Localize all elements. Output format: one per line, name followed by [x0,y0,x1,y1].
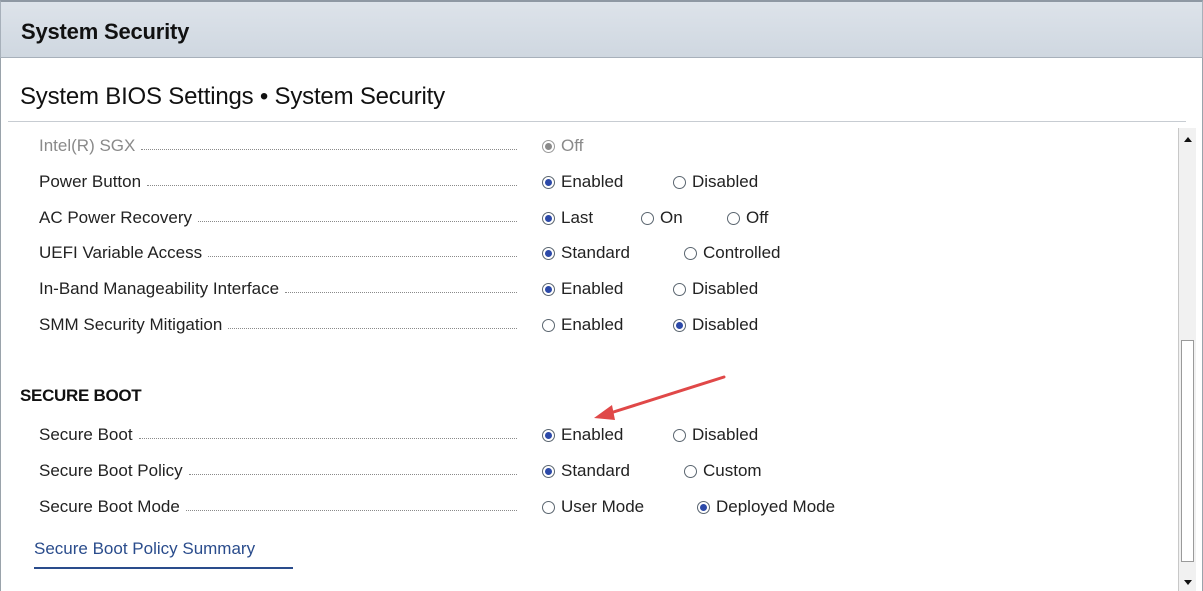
radio-option-disabled[interactable]: Disabled [673,421,758,449]
setting-label: SMM Security Mitigation [39,311,517,339]
radio-option-custom[interactable]: Custom [684,457,762,485]
setting-row-ac-power-recovery: AC Power Recovery Last On Off [0,204,1170,232]
radio-option-standard[interactable]: Standard [542,457,630,485]
scroll-down-button[interactable] [1179,573,1196,591]
radio-button[interactable] [673,175,686,189]
radio-option-enabled[interactable]: Enabled [542,275,623,303]
setting-label: UEFI Variable Access [39,239,517,267]
settings-panel: Intel(R) SGX Off Power Button Enabled Di… [0,128,1170,591]
setting-label: Secure Boot [39,421,517,449]
radio-option-enabled[interactable]: Enabled [542,421,623,449]
setting-row-uefi-variable-access: UEFI Variable Access Standard Controlled [0,239,1170,267]
radio-option-on[interactable]: On [641,204,683,232]
arrow-shaft [602,375,726,417]
radio-button[interactable] [542,211,555,225]
scrollbar-thumb[interactable] [1181,340,1194,562]
dotted-leader [198,220,517,222]
radio-button[interactable] [542,282,555,296]
secure-boot-policy-summary-link[interactable]: Secure Boot Policy Summary [34,539,293,569]
arrow-head [594,405,615,420]
radio-option-enabled[interactable]: Enabled [542,168,623,196]
setting-row-secure-boot-policy: Secure Boot Policy Standard Custom [0,457,1170,485]
setting-label: Secure Boot Policy [39,457,517,485]
radio-button[interactable] [542,428,555,442]
header-title: System Security [21,19,190,44]
radio-button[interactable] [542,175,555,189]
header-bar: System Security [0,0,1203,58]
arrow-down-icon [1183,579,1192,585]
radio-button[interactable] [727,211,740,225]
dotted-leader [147,184,517,186]
radio-option-off[interactable]: Off [727,204,768,232]
radio-button[interactable] [542,246,555,260]
radio-button[interactable] [542,318,555,332]
arrow-up-icon [1183,136,1192,142]
setting-label: In-Band Manageability Interface [39,275,517,303]
radio-button[interactable] [697,500,710,514]
dotted-leader [141,148,517,150]
dotted-leader [285,291,517,293]
setting-label: Secure Boot Mode [39,493,517,521]
dotted-leader [208,255,517,257]
radio-button[interactable] [673,282,686,296]
scroll-up-button[interactable] [1179,130,1196,148]
page-title: System BIOS Settings • System Security [20,83,445,110]
setting-row-power-button: Power Button Enabled Disabled [0,168,1170,196]
radio-option-deployed-mode[interactable]: Deployed Mode [697,493,835,521]
radio-button[interactable] [684,246,697,260]
radio-button [542,139,555,153]
radio-option-disabled[interactable]: Disabled [673,311,758,339]
radio-option-disabled[interactable]: Disabled [673,168,758,196]
radio-option-off: Off [542,132,583,160]
radio-option-enabled[interactable]: Enabled [542,311,623,339]
dotted-leader [138,437,517,439]
setting-row-intel-sgx: Intel(R) SGX Off [0,132,1170,160]
setting-row-secure-boot: Secure Boot Enabled Disabled [0,421,1170,449]
dotted-leader [185,509,517,511]
setting-label: AC Power Recovery [39,204,517,232]
radio-button[interactable] [684,464,697,478]
vertical-scrollbar[interactable] [1178,128,1196,591]
section-heading-secure-boot: SECURE BOOT [20,386,142,405]
radio-option-disabled[interactable]: Disabled [673,275,758,303]
setting-row-in-band-manageability: In-Band Manageability Interface Enabled … [0,275,1170,303]
setting-label: Intel(R) SGX [39,132,517,160]
setting-row-smm-security-mitigation: SMM Security Mitigation Enabled Disabled [0,311,1170,339]
dotted-leader [188,473,517,475]
radio-option-controlled[interactable]: Controlled [684,239,781,267]
radio-option-user-mode[interactable]: User Mode [542,493,644,521]
radio-button[interactable] [542,500,555,514]
setting-label: Power Button [39,168,517,196]
dotted-leader [228,327,517,329]
radio-button[interactable] [542,464,555,478]
title-divider [8,121,1186,122]
radio-option-standard[interactable]: Standard [542,239,630,267]
setting-row-secure-boot-mode: Secure Boot Mode User Mode Deployed Mode [0,493,1170,521]
radio-button[interactable] [641,211,654,225]
radio-button[interactable] [673,428,686,442]
radio-button[interactable] [673,318,686,332]
radio-option-last[interactable]: Last [542,204,593,232]
